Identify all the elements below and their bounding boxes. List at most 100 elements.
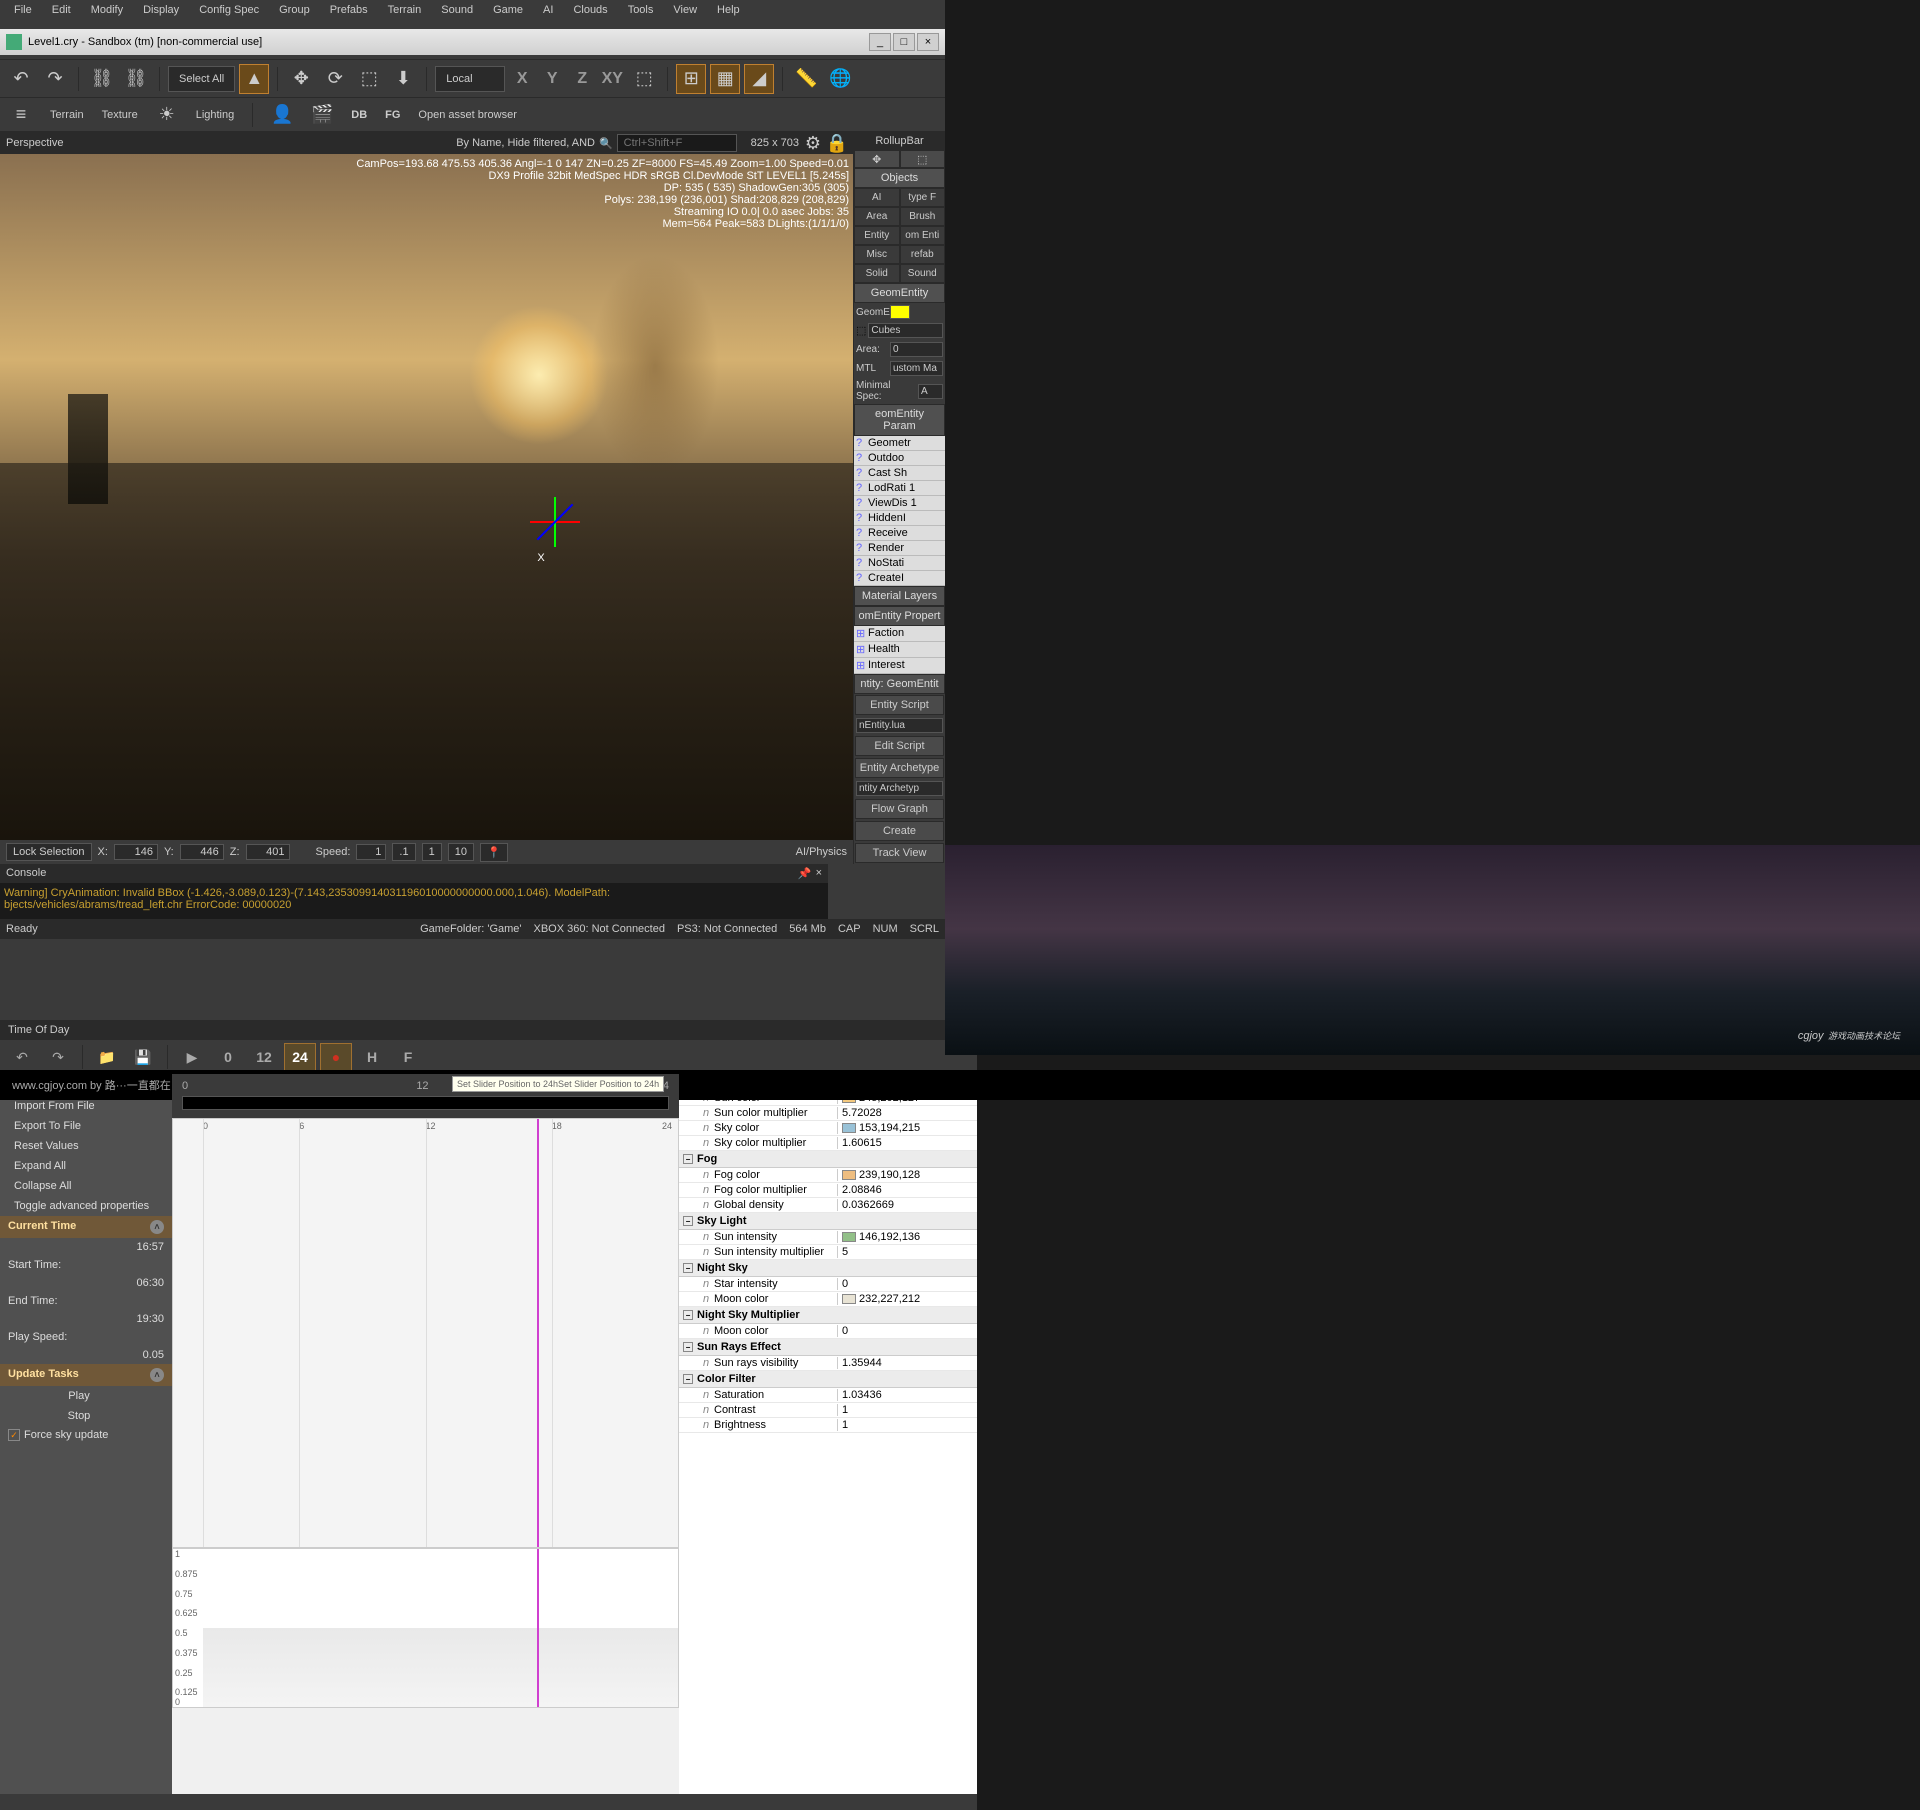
speed-10[interactable]: 10 [448,843,474,861]
entity-header[interactable]: ntity: GeomEntit [854,674,945,694]
prop-row[interactable]: nSun rays visibility1.35944 [679,1356,977,1371]
tod-record-icon[interactable]: ● [320,1043,352,1071]
menu-file[interactable]: File [4,0,42,22]
prop-value[interactable]: 5.72028 [842,1107,882,1119]
prop-row[interactable]: nStar intensity0 [679,1277,977,1292]
tod-stop-button[interactable]: Stop [0,1406,172,1426]
prop-group-header[interactable]: −Sun Rays Effect [679,1339,977,1356]
area-input[interactable] [890,342,943,357]
prop-value[interactable]: 146,192,136 [859,1231,920,1243]
scale-tool-icon[interactable]: ⬚ [354,64,384,94]
list-item[interactable]: ?Geometr [854,436,945,451]
pos-x-input[interactable] [114,844,158,860]
list-item[interactable]: ?CreateI [854,571,945,586]
color-swatch[interactable] [842,1294,856,1304]
menu-edit[interactable]: Edit [42,0,81,22]
expand-icon[interactable]: − [683,1216,693,1226]
obj-omenti[interactable]: om Enti [900,226,946,245]
time-cursor[interactable] [537,1119,539,1547]
objects-header[interactable]: Objects [854,168,945,188]
prop-value[interactable]: 0 [842,1325,848,1337]
list-item[interactable]: ⊞Health [854,642,945,658]
tod-f-button[interactable]: F [392,1043,424,1071]
prop-value[interactable]: 232,227,212 [859,1293,920,1305]
expand-icon[interactable]: − [683,1154,693,1164]
prop-value[interactable]: 1.35944 [842,1357,882,1369]
list-item[interactable]: ?LodRati 1 [854,481,945,496]
expand-icon[interactable]: − [683,1342,693,1352]
expand-icon[interactable]: − [683,1263,693,1273]
angle-snap-icon[interactable]: ◢ [744,64,774,94]
grid-icon[interactable]: ▦ [710,64,740,94]
archetype-input[interactable] [856,781,943,796]
menu-modify[interactable]: Modify [81,0,133,22]
menu-clouds[interactable]: Clouds [563,0,617,22]
search-icon[interactable]: 🔍 [599,137,613,150]
tod-graph-top[interactable]: 0 6 12 18 24 [172,1118,679,1548]
lock-selection-button[interactable]: Lock Selection [6,843,92,861]
tod-undo-icon[interactable]: ↶ [6,1043,38,1071]
expand-icon[interactable]: − [683,1310,693,1320]
menu-terrain[interactable]: Terrain [378,0,432,22]
terrain-mode[interactable]: Terrain [46,109,88,121]
anim-icon[interactable]: 🎬 [307,100,337,130]
prop-row[interactable]: nContrast1 [679,1403,977,1418]
ruler-icon[interactable]: 📏 [791,64,821,94]
prop-row[interactable]: nMoon color232,227,212 [679,1292,977,1307]
fg-button[interactable]: FG [381,109,404,121]
console-output[interactable]: Warning] CryAnimation: Invalid BBox (-1.… [0,883,828,919]
prop-row[interactable]: nMoon color0 [679,1324,977,1339]
cubes-input[interactable] [868,323,943,338]
color-swatch[interactable] [842,1232,856,1242]
prop-value[interactable]: 1.03436 [842,1389,882,1401]
maximize-button[interactable]: □ [893,33,915,51]
prop-row[interactable]: nFog color239,190,128 [679,1168,977,1183]
axis-z[interactable]: Z [569,66,595,92]
unlink-icon[interactable]: ⛓ [121,64,151,94]
editor-titlebar[interactable]: Level1.cry - Sandbox (tm) [non-commercia… [0,29,945,55]
viewport-3d[interactable]: CamPos=193.68 475.53 405.36 Angl=-1 0 14… [0,154,853,840]
prop-row[interactable]: nSun color multiplier5.72028 [679,1106,977,1121]
tod-collapse-all[interactable]: Collapse All [0,1176,172,1196]
character-icon[interactable]: 👤 [267,100,297,130]
list-item[interactable]: ⊞Faction [854,626,945,642]
menu-ai[interactable]: AI [533,0,563,22]
matlayers-header[interactable]: Material Layers [854,586,945,606]
prop-value[interactable]: 0 [842,1278,848,1290]
prop-group-header[interactable]: −Night Sky Multiplier [679,1307,977,1324]
tod-current-header[interactable]: Current Time ˄ [0,1216,172,1238]
rollup-tab-2[interactable]: ⬚ [900,150,946,168]
list-item[interactable]: ?HiddenI [854,511,945,526]
tod-play-button[interactable]: Play [0,1386,172,1406]
tod-12-button[interactable]: 12 [248,1043,280,1071]
move-tool-icon[interactable]: ✥ [286,64,316,94]
entity-lua-input[interactable] [856,718,943,733]
color-swatch[interactable] [842,1123,856,1133]
obj-area[interactable]: Area [854,207,900,226]
menu-group[interactable]: Group [269,0,320,22]
minspec-input[interactable] [918,384,943,399]
obj-ai[interactable]: AI [854,188,900,207]
tod-properties-panel[interactable]: −SkynSun color245,202,127nSun color mult… [679,1074,977,1794]
checkbox-checked-icon[interactable]: ✓ [8,1429,20,1441]
speed-input[interactable] [356,844,386,860]
prop-value[interactable]: 1 [842,1404,848,1416]
tod-export[interactable]: Export To File [0,1116,172,1136]
prop-group-header[interactable]: −Night Sky [679,1260,977,1277]
tod-save-icon[interactable]: 💾 [127,1043,159,1071]
tod-toggle-adv[interactable]: Toggle advanced properties [0,1196,172,1216]
viewport-label[interactable]: Perspective [6,137,63,149]
console-header[interactable]: Console 📌 × [0,864,828,883]
undo-icon[interactable]: ↶ [6,64,36,94]
obj-brush[interactable]: Brush [900,207,946,226]
tod-expand-all[interactable]: Expand All [0,1156,172,1176]
prop-group-header[interactable]: −Sky Light [679,1213,977,1230]
prop-row[interactable]: nSun intensity multiplier5 [679,1245,977,1260]
terrain-follow-icon[interactable]: ⬚ [629,64,659,94]
console-close-icon[interactable]: × [816,867,822,880]
aiphysics-toggle[interactable]: AI/Physics [796,846,847,858]
rollup-tab-1[interactable]: ✥ [854,150,900,168]
tod-force-sky-row[interactable]: ✓ Force sky update [0,1426,172,1444]
list-item[interactable]: ?Render [854,541,945,556]
time-cursor[interactable] [537,1549,539,1707]
